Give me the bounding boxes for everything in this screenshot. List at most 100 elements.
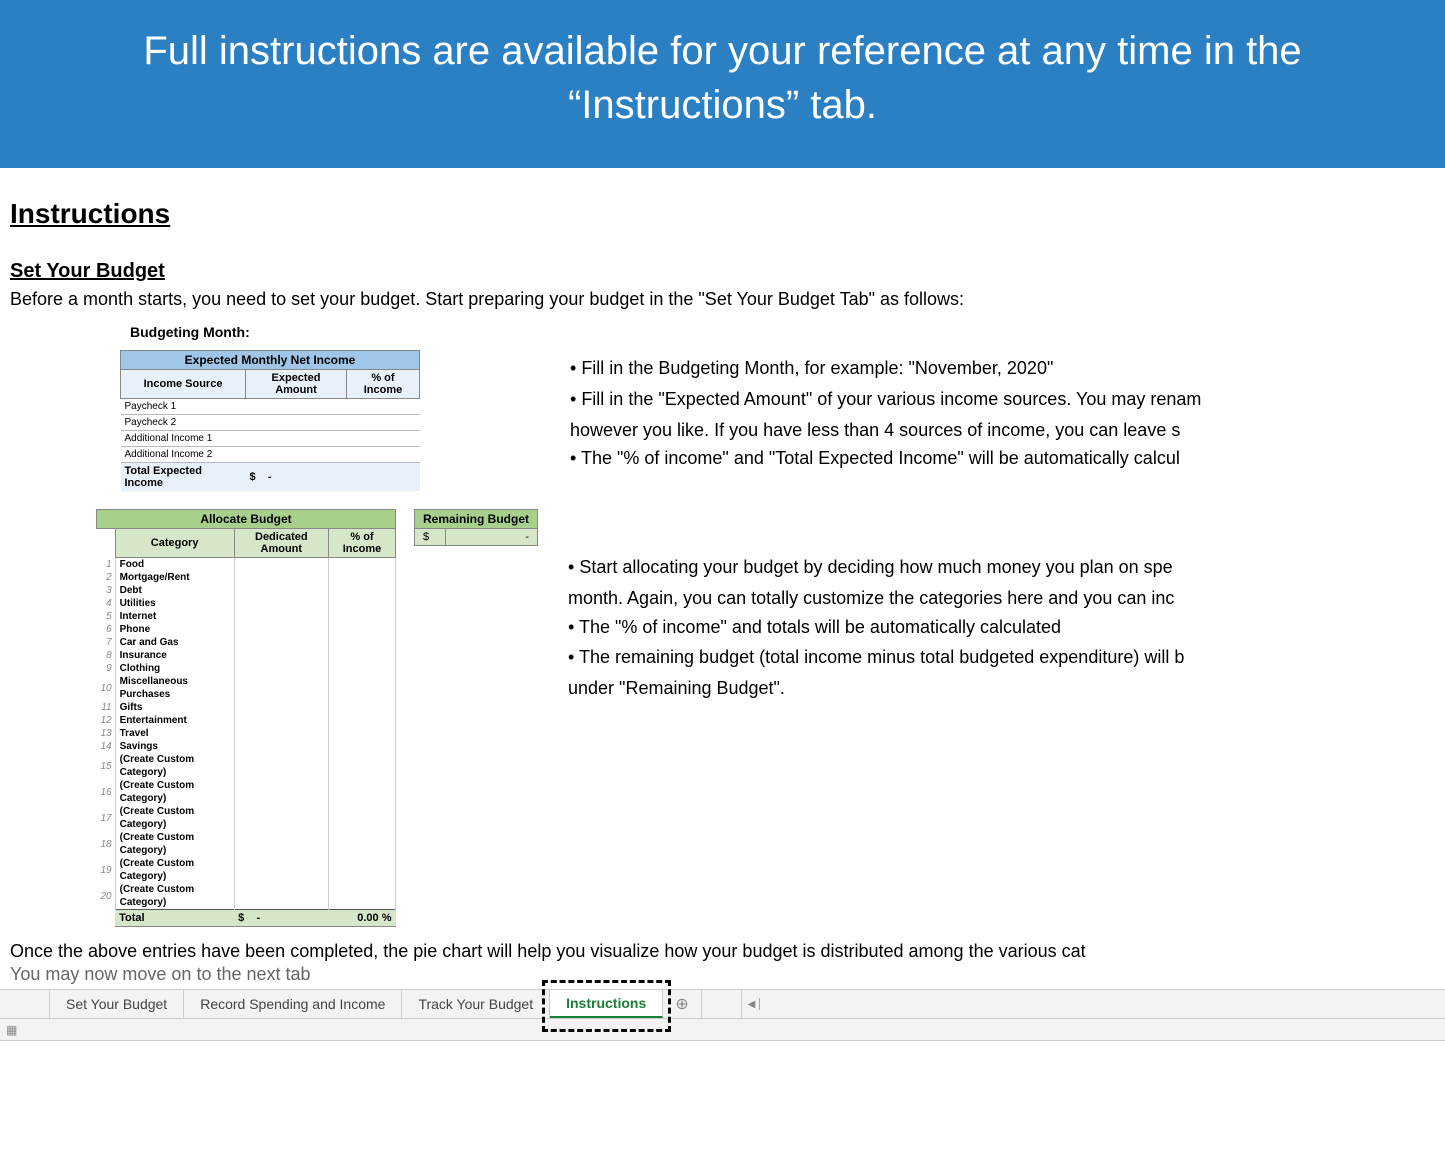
- status-bar: ▦: [0, 1019, 1445, 1041]
- remaining-title: Remaining Budget: [415, 510, 538, 529]
- allocate-row: 4Utilities: [97, 597, 396, 610]
- section-set-budget: Set Your Budget: [10, 260, 1445, 283]
- row-num: 16: [97, 779, 116, 805]
- row-num: 9: [97, 662, 116, 675]
- row-num: 2: [97, 571, 116, 584]
- allocate-row: 17(Create Custom Category): [97, 805, 396, 831]
- income-row-label: Additional Income 1: [121, 431, 246, 447]
- row-num: 13: [97, 727, 116, 740]
- income-total-label: Total Expected Income: [121, 463, 246, 492]
- row-num: 10: [97, 675, 116, 701]
- allocate-bullets: Start allocating your budget by deciding…: [568, 553, 1184, 703]
- row-num: 6: [97, 623, 116, 636]
- row-num: 8: [97, 649, 116, 662]
- allocate-total-pct: 0.00 %: [328, 910, 395, 927]
- grid-icon: ▦: [6, 1023, 17, 1037]
- tab-set-your-budget[interactable]: Set Your Budget: [50, 990, 184, 1018]
- bullet: The "% of income" and totals will be aut…: [568, 613, 1184, 642]
- category-name: Clothing: [115, 662, 234, 675]
- category-name: Car and Gas: [115, 636, 234, 649]
- category-name: Travel: [115, 727, 234, 740]
- income-table-title: Expected Monthly Net Income: [121, 351, 420, 370]
- allocate-row: 16(Create Custom Category): [97, 779, 396, 805]
- row-num: 11: [97, 701, 116, 714]
- row-num: 1: [97, 558, 116, 572]
- income-table-wrap: Expected Monthly Net Income Income Sourc…: [120, 350, 420, 491]
- allocate-row: 7Car and Gas: [97, 636, 396, 649]
- intro-paragraph: Before a month starts, you need to set y…: [10, 289, 1445, 310]
- income-bullets: Fill in the Budgeting Month, for example…: [570, 354, 1201, 475]
- category-name: Mortgage/Rent: [115, 571, 234, 584]
- row-num: 15: [97, 753, 116, 779]
- tab-nav-spacer: [0, 990, 50, 1018]
- row-num: 4: [97, 597, 116, 610]
- allocate-row: 10Miscellaneous Purchases: [97, 675, 396, 701]
- horizontal-scrollbar[interactable]: ◀: [742, 990, 1445, 1018]
- allocate-row: 12Entertainment: [97, 714, 396, 727]
- remaining-budget-table: Remaining Budget $ -: [414, 509, 538, 546]
- category-name: Miscellaneous Purchases: [115, 675, 234, 701]
- remaining-symbol: $: [415, 529, 446, 546]
- row-num: 5: [97, 610, 116, 623]
- category-name: (Create Custom Category): [115, 805, 234, 831]
- bullet-cont: under "Remaining Budget".: [568, 674, 1184, 703]
- allocate-row: 8Insurance: [97, 649, 396, 662]
- info-banner: Full instructions are available for your…: [0, 0, 1445, 168]
- scroll-left-icon[interactable]: ◀: [748, 999, 756, 1010]
- allocate-row: 6Phone: [97, 623, 396, 636]
- row-num: 18: [97, 831, 116, 857]
- category-name: Phone: [115, 623, 234, 636]
- income-col-amount: Expected Amount: [246, 370, 347, 399]
- allocate-row: 15(Create Custom Category): [97, 753, 396, 779]
- tab-record-spending[interactable]: Record Spending and Income: [184, 990, 402, 1018]
- closing-paragraph-2: You may now move on to the next tab: [10, 964, 1445, 985]
- category-name: (Create Custom Category): [115, 883, 234, 910]
- page-title: Instructions: [10, 198, 1445, 230]
- bullet: The remaining budget (total income minus…: [568, 643, 1184, 672]
- allocate-row: 18(Create Custom Category): [97, 831, 396, 857]
- row-num: 3: [97, 584, 116, 597]
- category-name: Debt: [115, 584, 234, 597]
- category-name: Utilities: [115, 597, 234, 610]
- category-name: Food: [115, 558, 234, 572]
- allocate-row: 3Debt: [97, 584, 396, 597]
- allocate-row: 19(Create Custom Category): [97, 857, 396, 883]
- instructions-content: Instructions Set Your Budget Before a mo…: [0, 168, 1445, 927]
- bullet-cont: month. Again, you can totally customize …: [568, 584, 1184, 613]
- bullet: Fill in the Budgeting Month, for example…: [570, 354, 1201, 383]
- allocate-total-label: Total: [115, 910, 234, 927]
- budgeting-month-label: Budgeting Month:: [130, 324, 1445, 340]
- allocate-row: 20(Create Custom Category): [97, 883, 396, 910]
- allocate-row: 9Clothing: [97, 662, 396, 675]
- category-name: (Create Custom Category): [115, 857, 234, 883]
- category-name: Savings: [115, 740, 234, 753]
- income-total-value: -: [268, 471, 272, 483]
- row-num: 14: [97, 740, 116, 753]
- allocate-row: 13Travel: [97, 727, 396, 740]
- category-name: Insurance: [115, 649, 234, 662]
- income-row-label: Paycheck 1: [121, 399, 246, 415]
- remaining-value: -: [445, 529, 537, 546]
- tab-separator: [702, 990, 742, 1018]
- allocate-col-cat: Category: [115, 529, 234, 558]
- income-col-source: Income Source: [121, 370, 246, 399]
- category-name: Internet: [115, 610, 234, 623]
- row-num: 17: [97, 805, 116, 831]
- category-name: Entertainment: [115, 714, 234, 727]
- allocate-row: 1Food: [97, 558, 396, 572]
- allocate-row: Allocate Budget Category Dedicated Amoun…: [96, 509, 1445, 927]
- category-name: Gifts: [115, 701, 234, 714]
- income-total-symbol: $: [250, 471, 256, 483]
- closing-paragraph: Once the above entries have been complet…: [10, 941, 1445, 962]
- bullet: Fill in the "Expected Amount" of your va…: [570, 385, 1201, 414]
- allocate-title: Allocate Budget: [97, 510, 396, 529]
- row-num: 20: [97, 883, 116, 910]
- allocate-total-value: -: [256, 912, 260, 924]
- bullet-cont: however you like. If you have less than …: [570, 416, 1201, 445]
- tab-instructions[interactable]: Instructions: [550, 990, 663, 1018]
- new-sheet-button[interactable]: ⊕: [663, 990, 701, 1018]
- row-num: 7: [97, 636, 116, 649]
- income-table: Expected Monthly Net Income Income Sourc…: [120, 350, 420, 491]
- category-name: (Create Custom Category): [115, 831, 234, 857]
- tab-track-budget[interactable]: Track Your Budget: [402, 990, 550, 1018]
